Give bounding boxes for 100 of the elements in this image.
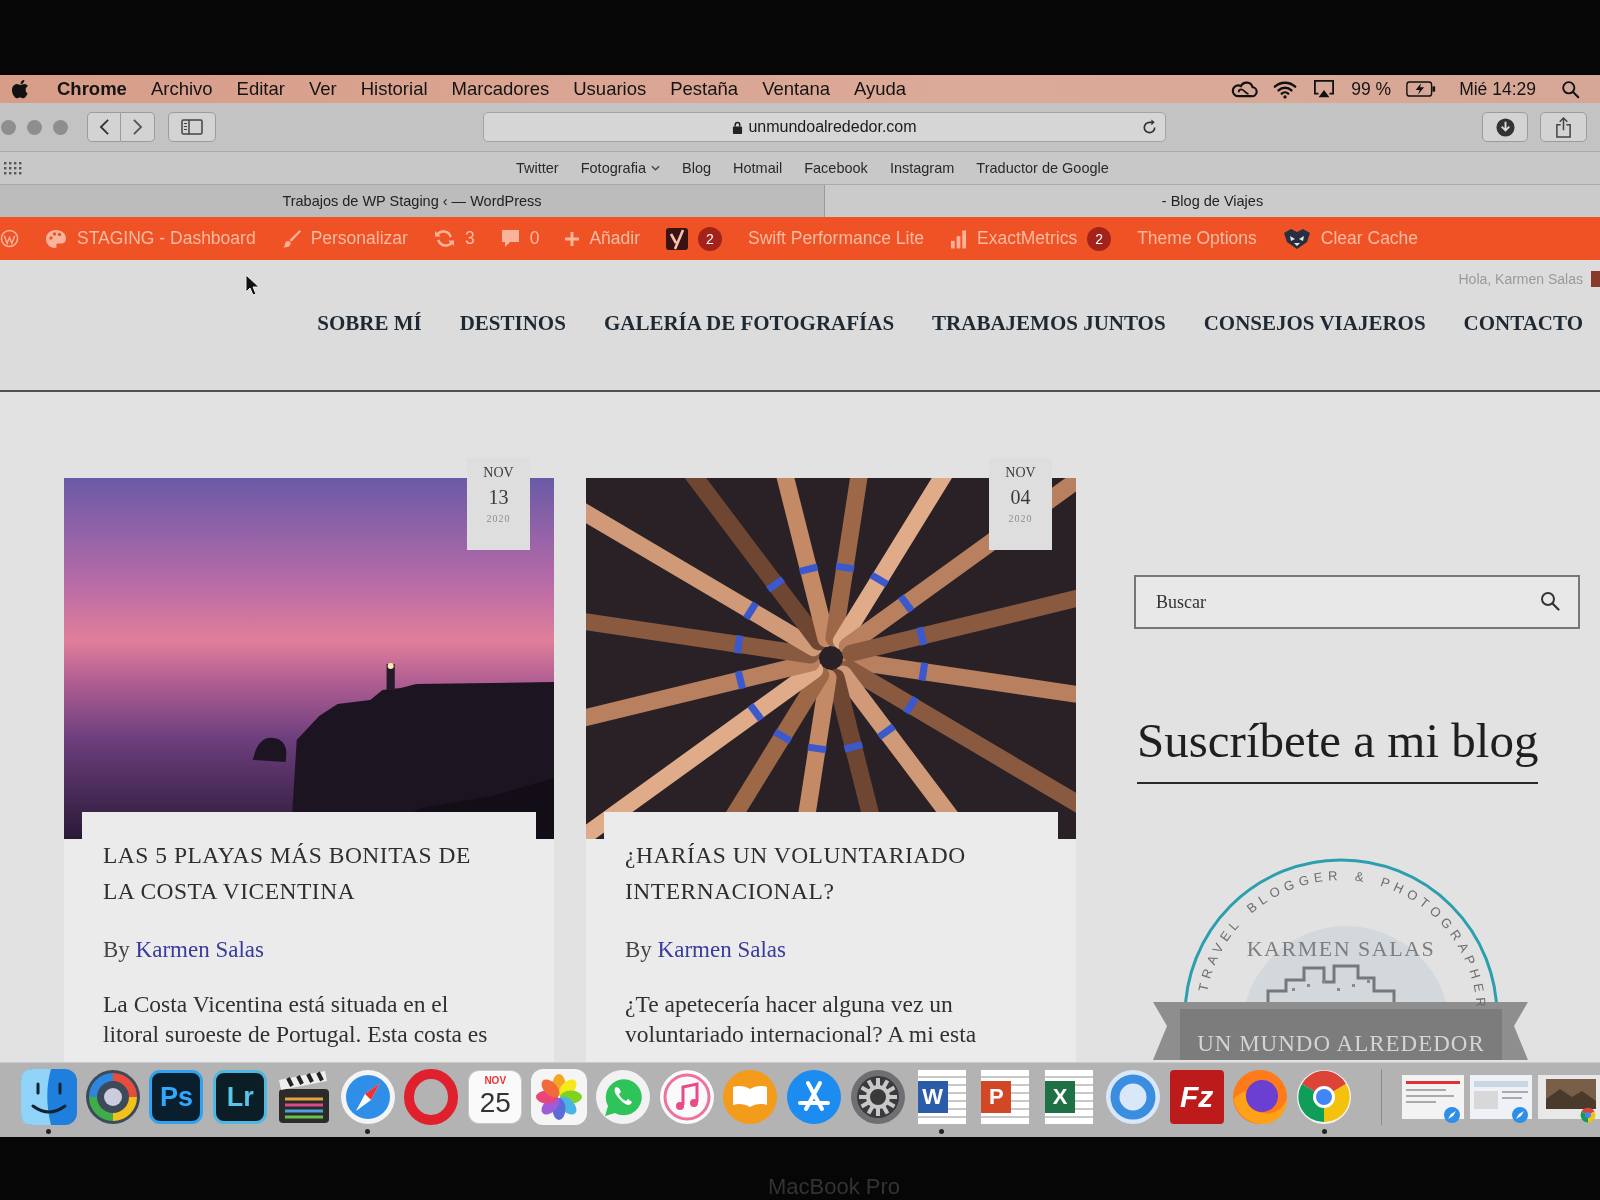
nav-link[interactable]: GALERÍA DE FOTOGRAFÍAS	[603, 308, 895, 338]
author-link[interactable]: Karmen Salas	[657, 937, 786, 962]
wifi-icon[interactable]	[1273, 79, 1298, 99]
menu-item[interactable]: Editar	[236, 78, 285, 100]
segmented-circle-icon[interactable]	[1296, 1069, 1353, 1125]
logo-banner-text: UN MUNDO ALREDEDOR	[1197, 1031, 1485, 1056]
letter-a-icon[interactable]	[786, 1069, 843, 1125]
caret-icon	[651, 165, 660, 171]
author-link[interactable]: Karmen Salas	[135, 937, 264, 962]
admin-bar-link[interactable]: ExactMetrics 2	[950, 226, 1112, 251]
count-badge: 2	[1087, 226, 1112, 251]
nav-link[interactable]: DESTINOS	[459, 308, 566, 338]
apps-grid-icon[interactable]	[4, 161, 22, 175]
palette-icon	[45, 228, 67, 249]
open-book-icon[interactable]	[722, 1069, 779, 1125]
download-icon	[1495, 117, 1515, 137]
search-icon[interactable]	[1540, 591, 1560, 611]
app-tile[interactable]: Fz	[1169, 1070, 1224, 1124]
cloud-icon[interactable]	[1231, 80, 1259, 98]
bar-chart-icon	[950, 228, 967, 249]
menu-item[interactable]: Ventana	[762, 78, 831, 100]
screen-mirroring-icon[interactable]	[1312, 79, 1337, 99]
nav-link[interactable]: SOBRE MÍ	[317, 308, 422, 338]
battery-icon[interactable]	[1406, 81, 1437, 97]
settings-icon[interactable]	[849, 1069, 906, 1125]
menu-item[interactable]: Historial	[360, 78, 428, 100]
brush-icon	[281, 229, 301, 248]
apple-icon[interactable]	[12, 79, 29, 99]
date-month: NOV	[1005, 464, 1036, 482]
date-year: 2020	[486, 512, 511, 526]
bookmark-link[interactable]: Instagram	[889, 160, 955, 176]
cursor-icon	[245, 274, 259, 296]
comment-icon	[500, 229, 520, 248]
window-thumbnail[interactable]	[1402, 1075, 1465, 1119]
bookmark-link[interactable]: Blog	[682, 160, 712, 176]
mascot-head-icon	[1282, 227, 1311, 250]
segmented-ring-icon[interactable]	[84, 1069, 141, 1125]
calendar-tile[interactable]: NOV 25	[468, 1070, 523, 1124]
bookmark-link[interactable]: Hotmail	[733, 160, 783, 176]
date-day: 04	[1010, 482, 1031, 512]
nav-link[interactable]: CONTACTO	[1463, 308, 1583, 338]
bookmark-link[interactable]: Traductor de Google	[976, 160, 1109, 176]
compass-badge-icon	[1512, 1107, 1529, 1123]
document-tile[interactable]: X	[1044, 1069, 1095, 1125]
post-byline: By Karmen Salas	[103, 936, 265, 964]
nav-link[interactable]: CONSEJOS VIAJEROS	[1203, 308, 1426, 338]
chevron-right-icon	[132, 118, 143, 136]
post-title[interactable]: LAS 5 PLAYAS MÁS BONITAS DE LA COSTA VICENTINA	[103, 837, 495, 909]
back-button[interactable]	[87, 112, 121, 142]
y-logo-icon	[665, 227, 688, 250]
nav-link[interactable]: TRABAJEMOS JUNTOS	[932, 308, 1166, 338]
search-field[interactable]: Buscar	[1134, 575, 1580, 629]
address-field[interactable]: unmundoalrededor.com	[483, 112, 1166, 142]
window-thumbnail[interactable]	[1538, 1075, 1600, 1119]
battery-percentage: 99 %	[1351, 78, 1392, 100]
search-icon[interactable]	[1561, 79, 1580, 99]
menu-item[interactable]: Ver	[308, 78, 337, 100]
share-icon	[1555, 116, 1572, 138]
clock[interactable]: Mié 14:29	[1459, 78, 1536, 100]
bookmark-folder[interactable]: Fotografia	[580, 160, 660, 176]
sidebar-button[interactable]	[168, 112, 216, 142]
post-title[interactable]: ¿HARÍAS UN VOLUNTARIADO INTERNACIONAL?	[625, 837, 1017, 909]
app-menu[interactable]: Chrome	[57, 78, 127, 100]
date-month: NOV	[483, 464, 514, 482]
reload-icon[interactable]	[1141, 118, 1158, 136]
segmented-circle-badge-icon	[1580, 1107, 1597, 1123]
menu-item[interactable]: Marcadores	[451, 78, 550, 100]
share-button[interactable]	[1540, 112, 1587, 142]
url-text: unmundoalrededor.com	[748, 118, 917, 136]
app-tile[interactable]: Lr	[213, 1070, 268, 1124]
menu-item[interactable]: Pestaña	[670, 78, 739, 100]
downloads-button[interactable]	[1482, 112, 1528, 142]
document-tile[interactable]: P	[980, 1069, 1031, 1125]
post-byline: By Karmen Salas	[625, 936, 787, 964]
smiling-face-icon[interactable]	[20, 1069, 77, 1125]
app-tile[interactable]: Ps	[149, 1070, 204, 1124]
refresh-icon	[433, 229, 455, 248]
compass-badge-icon	[1444, 1107, 1461, 1123]
menu-item[interactable]: Ayuda	[854, 78, 907, 100]
fox-globe-icon[interactable]	[1232, 1069, 1289, 1125]
browser-tab[interactable]: - Blog de Viajes	[825, 185, 1600, 217]
flower-icon[interactable]	[531, 1069, 587, 1125]
document-tile[interactable]: W	[916, 1069, 967, 1125]
window-thumbnail[interactable]	[1470, 1075, 1533, 1119]
admin-bar-link[interactable]: 2	[665, 226, 722, 251]
browser-tab[interactable]: Trabajos de WP Staging ‹ — WordPress	[0, 185, 825, 217]
bookmark-link[interactable]: Twitter	[516, 160, 559, 176]
bookmark-link[interactable]: Facebook	[804, 160, 868, 176]
compass-icon[interactable]	[339, 1069, 396, 1125]
forward-button[interactable]	[121, 112, 155, 142]
sidebar-icon	[181, 119, 203, 135]
count-badge: 2	[697, 226, 722, 251]
menu-item[interactable]: Archivo	[150, 78, 213, 100]
ring-icon[interactable]	[1104, 1069, 1161, 1125]
menu-item[interactable]: Usuarios	[573, 78, 647, 100]
post-excerpt: ¿Te apetecería hacer alguna vez un voluntariado internacional? A mi esta	[625, 990, 978, 1049]
music-note-icon[interactable]	[658, 1069, 715, 1125]
date-day: 13	[488, 482, 509, 512]
o-ring-icon[interactable]	[403, 1069, 460, 1125]
date-year: 2020	[1008, 512, 1033, 526]
